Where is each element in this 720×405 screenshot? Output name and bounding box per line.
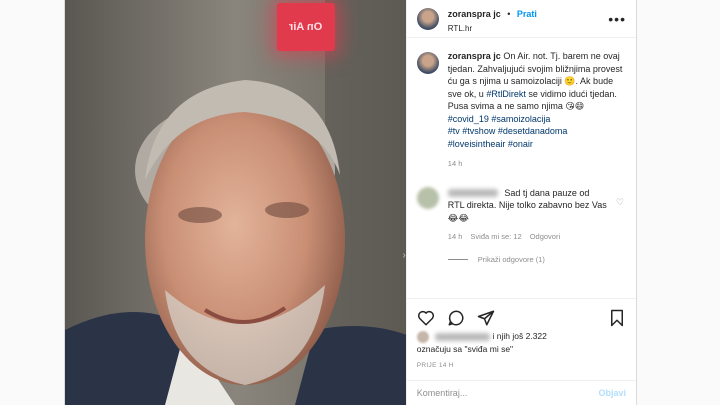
hashtag-link[interactable]: #RtlDirekt <box>486 89 526 99</box>
liker-avatar <box>416 330 429 343</box>
likes-count[interactable]: i njih još 2.322 <box>493 331 547 341</box>
likes-summary: i njih još 2.322 označuju sa "sviđa mi s… <box>416 330 626 355</box>
location-link[interactable]: RTL.hr <box>448 24 608 33</box>
comment-time: 14 h <box>447 232 463 241</box>
likes-label: označuju sa "sviđa mi se" <box>416 343 514 354</box>
add-comment-bar: Komentiraj... Objavi <box>406 380 636 405</box>
heart-icon[interactable] <box>417 309 435 327</box>
post-header: zoranspra jc • Prati RTL.hr ••• <box>406 0 636 38</box>
share-icon[interactable] <box>477 309 495 327</box>
comment-likes[interactable]: Sviđa mi se: 12 <box>470 232 521 241</box>
hashtag-link[interactable]: #tv #tvshow #desetdanadoma <box>448 125 623 138</box>
divider <box>447 259 468 260</box>
comments-section: zoranspra jc On Air. not. Tj. barem ne o… <box>416 50 626 264</box>
liker-username[interactable] <box>435 332 491 341</box>
post-sidebar: zoranspra jc • Prati RTL.hr ••• zoranspr… <box>405 0 636 405</box>
caption-time: 14 h <box>447 159 463 168</box>
comment-meta: 14 h Sviđa mi se: 12 Odgovori <box>448 232 626 241</box>
on-air-sign: On Air <box>277 3 335 51</box>
avatar[interactable] <box>416 7 439 30</box>
commenter-username[interactable] <box>447 189 498 198</box>
avatar[interactable] <box>416 52 439 74</box>
view-replies-label[interactable]: Prikaži odgovore (1) <box>478 255 545 264</box>
post-time: PRIJE 14 H <box>416 362 454 369</box>
separator-dot: • <box>507 9 511 19</box>
view-replies[interactable]: Prikaži odgovore (1) <box>447 255 626 264</box>
comment-icon[interactable] <box>447 309 465 327</box>
post-comment-button[interactable]: Objavi <box>598 388 626 398</box>
hashtag-link[interactable]: #loveisintheair #onair <box>448 138 623 151</box>
caption-username[interactable]: zoranspra jc <box>448 51 501 61</box>
caption: zoranspra jc On Air. not. Tj. barem ne o… <box>416 50 626 171</box>
instagram-post: On Air › zoranspra jc • Prati RTL.hr •••… <box>64 0 637 405</box>
follow-button[interactable]: Prati <box>517 9 537 19</box>
comment-input[interactable]: Komentiraj... <box>417 388 599 398</box>
commenter-avatar[interactable] <box>416 186 439 209</box>
post-photo[interactable]: On Air › <box>65 0 406 405</box>
more-options-icon[interactable]: ••• <box>608 12 626 26</box>
username-link[interactable]: zoranspra jc <box>448 9 501 19</box>
reply-button[interactable]: Odgovori <box>530 232 560 241</box>
portrait-image <box>65 0 406 405</box>
comment: Sad tj dana pauze od RTL direkta. Nije t… <box>416 186 626 225</box>
hashtag-link[interactable]: #covid_19 #samoizolacija <box>448 113 623 126</box>
bookmark-icon[interactable] <box>608 309 626 327</box>
comment-like-icon[interactable]: ♡ <box>616 197 624 208</box>
